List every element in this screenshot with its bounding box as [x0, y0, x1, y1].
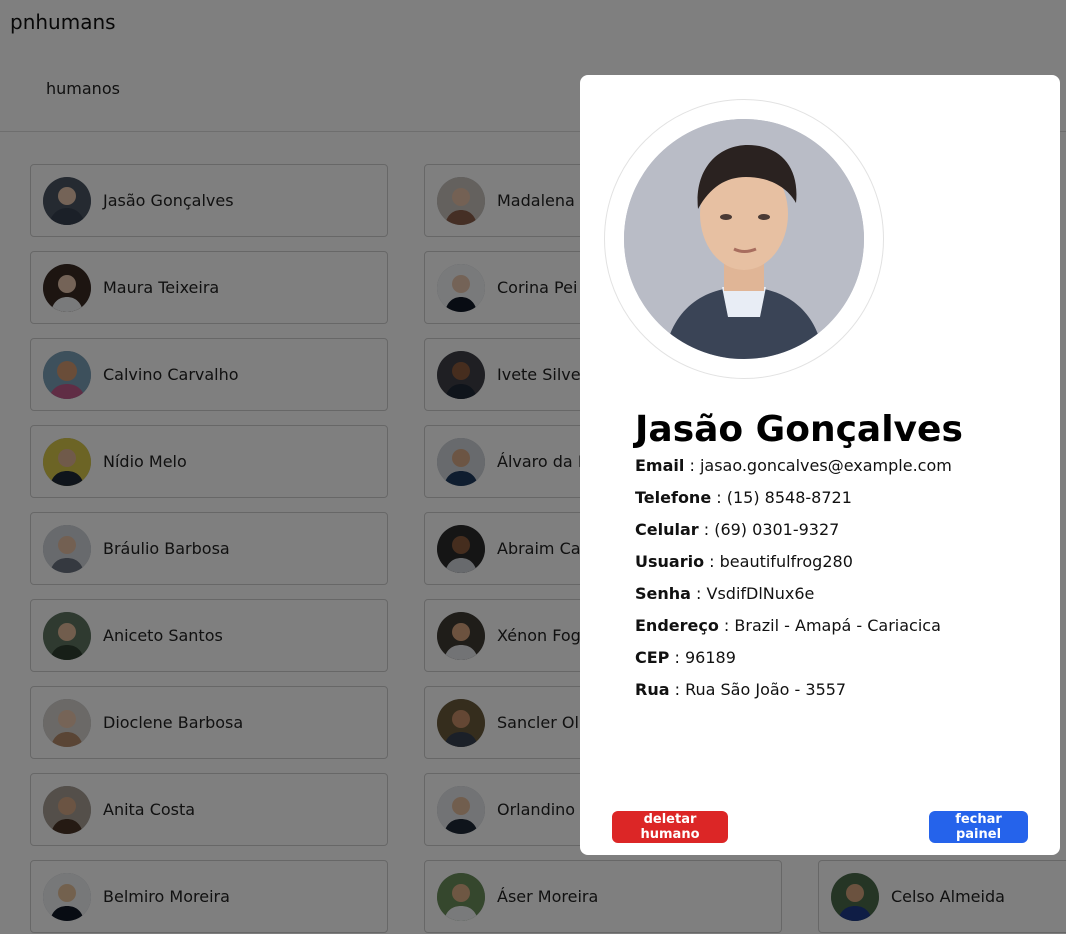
field-email: Email : jasao.goncalves@example.com	[635, 456, 952, 488]
field-value: : (15) 8548-8721	[711, 488, 852, 507]
field-value: : (69) 0301-9327	[698, 520, 840, 539]
field-senha: Senha : VsdifDlNux6e	[635, 584, 952, 616]
field-label: Endereço	[635, 616, 719, 635]
field-label: Usuario	[635, 552, 705, 571]
person-photo	[624, 119, 864, 359]
field-telefone: Telefone : (15) 8548-8721	[635, 488, 952, 520]
field-value: : Brazil - Amapá - Cariacica	[718, 616, 941, 635]
field-label: Rua	[635, 680, 670, 699]
field-value: : Rua São João - 3557	[669, 680, 847, 699]
photo-frame	[604, 99, 884, 379]
close-panel-button[interactable]: fechar painel	[929, 811, 1028, 843]
field-celular: Celular : (69) 0301-9327	[635, 520, 952, 552]
field-label: Senha	[635, 584, 691, 603]
field-usuario: Usuario : beautifulfrog280	[635, 552, 952, 584]
field-value: : beautifulfrog280	[704, 552, 853, 571]
detail-person-name: Jasão Gonçalves	[635, 409, 963, 450]
field-value: : jasao.goncalves@example.com	[684, 456, 952, 475]
field-value: : 96189	[669, 648, 736, 667]
person-photo-icon	[624, 119, 864, 359]
field-value: : VsdifDlNux6e	[690, 584, 815, 603]
detail-fields: Email : jasao.goncalves@example.com Tele…	[635, 456, 952, 712]
delete-human-button[interactable]: deletar humano	[612, 811, 728, 843]
field-label: Telefone	[635, 488, 712, 507]
field-cep: CEP : 96189	[635, 648, 952, 680]
field-label: Email	[635, 456, 685, 475]
person-detail-panel: Jasão Gonçalves Email : jasao.goncalves@…	[580, 75, 1060, 855]
field-label: CEP	[635, 648, 670, 667]
field-endereco: Endereço : Brazil - Amapá - Cariacica	[635, 616, 952, 648]
field-rua: Rua : Rua São João - 3557	[635, 680, 952, 712]
field-label: Celular	[635, 520, 699, 539]
